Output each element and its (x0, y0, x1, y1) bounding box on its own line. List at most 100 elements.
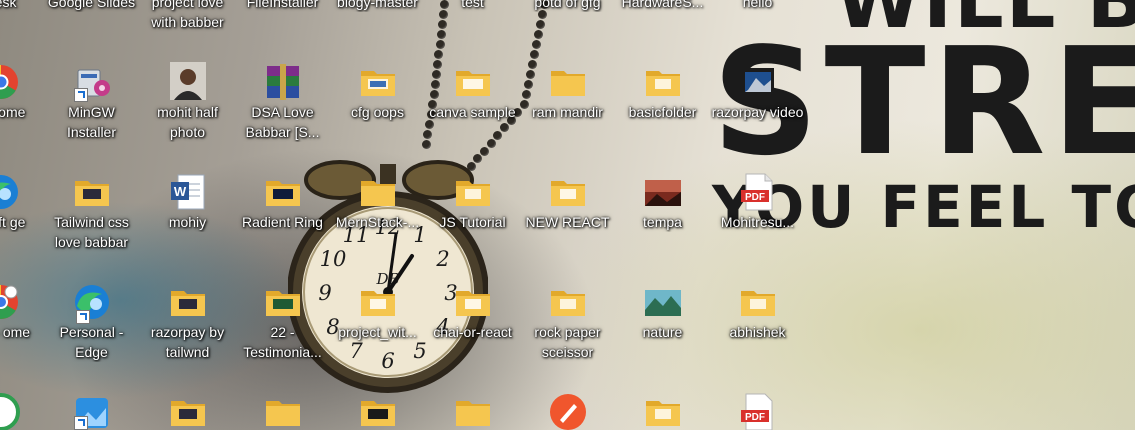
desktop-icon-ram-mandir[interactable]: ram mandir (520, 62, 615, 146)
icon-label: project_wit... (338, 324, 417, 340)
icon-label: MernStack-... (335, 214, 420, 230)
icon-label: basicfolder (628, 104, 697, 120)
desktop-icon-tailwind-css-love-babbar[interactable]: Tailwind css love babbar (44, 172, 139, 256)
chain-bead (435, 40, 445, 49)
icon-label: 22 - Testimonia... (243, 324, 322, 360)
desktop-icon-mohitresume-pdf[interactable]: PDF Mohitresu... (710, 172, 805, 256)
shortcut-arrow-icon (74, 88, 88, 102)
icon-label: project love with babber (151, 0, 224, 30)
desktop-icon-razorpay-by-tailwnd[interactable]: razorpay by tailwnd (140, 282, 235, 366)
folder-icon (645, 71, 680, 96)
chain-bead (532, 40, 541, 49)
icon-label: nature (642, 324, 683, 340)
chrome-icon (0, 393, 20, 430)
icon-label: osoft ge (0, 214, 26, 230)
folder-icon (550, 291, 585, 316)
chain-bead (436, 30, 446, 39)
desktop-icon-new-react[interactable]: NEW REACT (520, 172, 615, 256)
folder-icon (645, 401, 680, 426)
desktop-icon-radient-ring[interactable]: Radient Ring (235, 172, 330, 256)
desktop-icon-paint-app-partial[interactable] (520, 392, 615, 430)
desktop-icon-rock-paper-sceissor[interactable]: rock paper sceissor (520, 282, 615, 366)
desktop-icon-folder-partial-4[interactable] (425, 392, 520, 430)
folder-icon (455, 291, 490, 316)
svg-text:PDF: PDF (745, 412, 765, 423)
folder-icon (74, 181, 109, 206)
desktop-icon-tempa[interactable]: tempa (615, 172, 710, 256)
icon-label: blogy-master (337, 0, 418, 10)
icon-label: Desk (0, 0, 17, 10)
icon-label: gle ome (0, 104, 26, 120)
icon-label: Google Slides (47, 0, 136, 10)
icon-label: DSA Love Babbar [S... (245, 104, 320, 140)
svg-text:W: W (173, 184, 186, 199)
icon-label: Tailwind css love babbar (54, 214, 129, 250)
desktop-icon-dsa-love-babbar[interactable]: DSA Love Babbar [S... (235, 62, 330, 146)
icon-label: abhishek (729, 324, 786, 340)
desktop-icon-pdf-partial[interactable]: PDF (710, 392, 805, 430)
chrome-profile-icon (0, 285, 18, 319)
desktop-icon-microsoft-edge[interactable]: osoft ge (0, 172, 48, 256)
icon-label: hello (742, 0, 773, 10)
icon-label: mohiy (168, 214, 207, 230)
chain-bead (434, 50, 444, 59)
folder-icon (550, 181, 585, 206)
photo-thumbnail-icon (169, 62, 206, 100)
desktop-icon-photos-partial[interactable] (44, 392, 139, 430)
shortcut-arrow-icon (74, 416, 88, 430)
folder-icon (170, 401, 205, 426)
desktop-icon-person-1-chrome[interactable]: n 1 - ome (0, 282, 48, 366)
desktop: WILL B STREN YOU FEEL TO 12 1 2 3 4 5 6 … (0, 0, 1135, 430)
pdf-file-icon: PDF (740, 173, 772, 211)
desktop-icon-google-chrome[interactable]: gle ome (0, 62, 48, 146)
icon-label: test (461, 0, 484, 10)
icon-label: tempa (643, 214, 682, 230)
paint-brush-app-icon (549, 394, 586, 430)
chain-bead (437, 20, 447, 29)
desktop-icon-chrome-partial[interactable] (0, 392, 48, 430)
icon-label: razorpay by tailwnd (150, 324, 225, 360)
desktop-icon-cfg-oops[interactable]: cfg oops (330, 62, 425, 146)
folder-icon (360, 181, 395, 206)
desktop-icon-basicfolder[interactable]: basicfolder (615, 62, 710, 146)
desktop-icon-mingw-installer[interactable]: MinGW Installer (44, 62, 139, 146)
desktop-icon-folder-partial-3[interactable] (330, 392, 425, 430)
edge-icon (0, 175, 18, 209)
icon-label: NEW REACT (525, 214, 610, 230)
icon-label: canva sample (429, 104, 516, 120)
desktop-icon-mernstack[interactable]: MernStack-... (330, 172, 425, 256)
chain-bead (536, 20, 545, 29)
icon-label: chai-or-react (433, 324, 512, 340)
pdf-file-icon: PDF (740, 393, 772, 430)
icon-label: potd of gfg (534, 0, 601, 10)
chrome-icon (0, 65, 18, 99)
desktop-icon-canva-sample[interactable]: canva sample (425, 62, 520, 146)
desktop-icon-22-testimonial[interactable]: 22 - Testimonia... (235, 282, 330, 366)
desktop-icon-folder-partial-1[interactable] (140, 392, 235, 430)
desktop-icon-folder-partial-5[interactable] (615, 392, 710, 430)
folder-icon (455, 181, 490, 206)
desktop-icon-nature[interactable]: nature (615, 282, 710, 366)
svg-text:PDF: PDF (745, 192, 765, 203)
folder-icon (170, 291, 205, 316)
desktop-icon-personal-edge[interactable]: Personal - Edge (44, 282, 139, 366)
desktop-icon-abhishek[interactable]: abhishek (710, 282, 805, 366)
folder-icon (265, 401, 300, 426)
folder-icon (360, 71, 395, 96)
desktop-icon-js-tutorial[interactable]: JS Tutorial (425, 172, 520, 256)
folder-icon (455, 401, 490, 426)
winrar-archive-icon (266, 64, 299, 100)
icon-label: razorpay video (711, 104, 804, 120)
desktop-icon-mohiy[interactable]: W mohiy (140, 172, 235, 256)
desktop-icon-project-with[interactable]: project_wit... (330, 282, 425, 366)
desktop-icon-razorpay-video[interactable]: razorpay video (710, 62, 805, 146)
desktop-icon-folder-partial-2[interactable] (235, 392, 330, 430)
chain-bead (480, 146, 489, 156)
folder-icon (550, 71, 585, 96)
chain-bead (534, 30, 543, 39)
folder-icon (265, 181, 300, 206)
icon-label: FileInstaller (246, 0, 319, 10)
desktop-icon-mohit-half-photo[interactable]: mohit half photo (140, 62, 235, 146)
icon-label: Radient Ring (242, 214, 323, 230)
desktop-icon-chai-or-react[interactable]: chai-or-react (425, 282, 520, 366)
